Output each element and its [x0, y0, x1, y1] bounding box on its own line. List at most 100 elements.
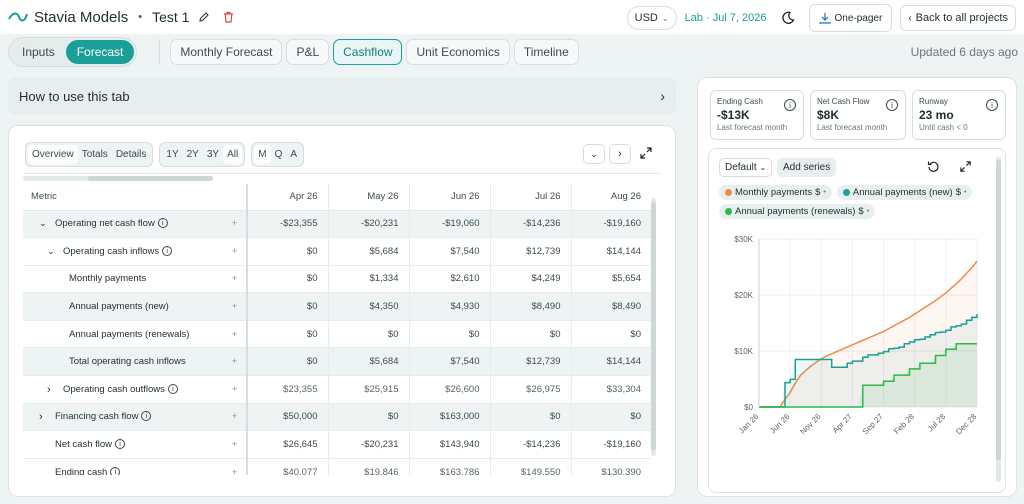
table-row[interactable]: Total operating cash inflows + $0 $5,684 $7,… — [23, 347, 651, 377]
expand-icon[interactable] — [639, 146, 653, 163]
chevron-right-icon[interactable]: › — [39, 411, 43, 423]
kpi-sub: Until cash < 0 — [919, 123, 968, 132]
back-button[interactable]: ‹ Back to all projects — [900, 5, 1016, 31]
table-cell: $5,684 — [327, 347, 409, 377]
table-row[interactable]: Annual payments (new) + $0 $4,350 $4,930 $8,4… — [23, 292, 651, 321]
series-chip[interactable]: Annual payments (new) $ • — [836, 185, 973, 200]
info-icon[interactable]: i — [115, 439, 126, 450]
chevron-down-icon[interactable]: ⌄ — [39, 218, 47, 229]
how-to-title: How to use this tab — [19, 88, 130, 104]
info-icon[interactable]: i — [986, 99, 998, 111]
y-tick-label: $30K — [734, 235, 753, 244]
moon-icon[interactable] — [781, 11, 795, 25]
table-cell: $0 — [246, 347, 328, 377]
reset-icon[interactable] — [927, 160, 940, 176]
currency-select[interactable]: USD ⌄ — [626, 6, 677, 30]
table-row[interactable]: Ending cash i + $40,077 $19,846 $163,786 $149,… — [23, 458, 651, 475]
table-row[interactable]: ⌄ Operating net cash flow i + -$23,355 -$20,2… — [23, 210, 651, 239]
remove-icon[interactable]: • — [823, 189, 825, 196]
table-row[interactable]: › Financing cash flow i + $50,000 $0 $163,000 $… — [23, 403, 651, 432]
add-series-button[interactable]: Add series — [777, 158, 837, 177]
range-1y[interactable]: 1Y — [162, 145, 182, 164]
remove-icon[interactable]: • — [867, 208, 869, 215]
tab-unit-economics[interactable]: Unit Economics — [406, 39, 510, 65]
vertical-scrollbar[interactable] — [651, 198, 656, 456]
row-label: › Financing cash flow i — [23, 403, 223, 432]
remove-icon[interactable]: • — [964, 189, 966, 196]
chevron-down-icon[interactable]: ⌄ — [47, 246, 55, 257]
range-all[interactable]: All — [223, 145, 243, 164]
one-pager-button[interactable]: One-pager — [808, 4, 893, 32]
table-cell: -$14,236 — [489, 210, 571, 239]
range-3y[interactable]: 3Y — [203, 145, 223, 164]
updated-text: Updated 6 days ago — [910, 45, 1018, 59]
info-icon[interactable]: i — [141, 411, 152, 422]
logo-icon — [8, 11, 28, 23]
edit-icon[interactable] — [198, 11, 210, 23]
view-totals[interactable]: Totals — [78, 145, 112, 164]
table-row[interactable]: Annual payments (renewals) + $0 $0 $0 $0 $0 — [23, 320, 651, 349]
tab-cashflow[interactable]: Cashflow — [333, 39, 403, 65]
lab-date[interactable]: Lab · Jul 7, 2026 — [685, 12, 767, 24]
tab-pl[interactable]: P&L — [286, 39, 330, 65]
range-2y[interactable]: 2Y — [183, 145, 203, 164]
chevron-down-icon: ⌄ — [590, 148, 598, 159]
add-icon[interactable]: + — [223, 430, 248, 459]
add-icon[interactable]: + — [223, 210, 248, 239]
add-icon[interactable]: + — [223, 265, 248, 294]
info-icon[interactable]: i — [886, 99, 898, 111]
collapse-button[interactable]: ⌄ — [583, 144, 605, 164]
table-cell: $12,739 — [489, 237, 571, 266]
series-chip[interactable]: Annual payments (renewals) $ • — [719, 204, 876, 219]
table-row[interactable]: Monthly payments + $0 $1,334 $2,610 $4,249 $5,… — [23, 265, 651, 294]
metric-name: Operating cash outflows — [63, 383, 165, 395]
kpi-value: -$13K — [717, 108, 750, 122]
table-cell: $149,550 — [489, 458, 571, 475]
add-icon[interactable]: + — [223, 320, 248, 349]
info-icon[interactable]: i — [162, 245, 173, 256]
next-button[interactable]: › — [609, 144, 631, 164]
tab-monthly-forecast[interactable]: Monthly Forecast — [170, 39, 283, 65]
spacer-header — [223, 184, 248, 211]
add-icon[interactable]: + — [223, 292, 248, 321]
scroll-thumb[interactable] — [996, 160, 1001, 460]
tab-inputs[interactable]: Inputs — [11, 40, 66, 64]
period-m[interactable]: M — [254, 145, 271, 164]
info-icon[interactable]: i — [167, 383, 178, 394]
info-icon[interactable]: i — [784, 99, 796, 111]
tab-timeline[interactable]: Timeline — [513, 39, 579, 65]
preset-select[interactable]: Default ⌄ — [719, 158, 773, 177]
table-row[interactable]: Net cash flow i + $26,645 -$20,231 $143,940 -$… — [23, 430, 651, 459]
delete-icon[interactable] — [223, 11, 234, 23]
metric-name: Net cash flow — [55, 439, 113, 451]
info-icon[interactable]: i — [157, 218, 168, 229]
expand-icon[interactable] — [959, 160, 972, 176]
add-icon[interactable]: + — [223, 375, 248, 404]
month-header: Jun 26 — [408, 184, 490, 211]
row-label: Monthly payments — [23, 265, 223, 294]
tab-forecast[interactable]: Forecast — [65, 40, 135, 64]
view-details[interactable]: Details — [112, 145, 151, 164]
vertical-scrollbar[interactable] — [996, 157, 1001, 482]
series-chip[interactable]: Monthly payments $ • — [719, 185, 832, 200]
period-q[interactable]: Q — [271, 145, 287, 164]
add-icon[interactable]: + — [223, 347, 248, 377]
table-cell: -$19,160 — [570, 210, 651, 239]
kpi-ending-cash: Ending Cash -$13K Last forecast month i — [710, 90, 804, 140]
table-row[interactable]: › Operating cash outflows i + $23,355 $25,915… — [23, 375, 651, 404]
chevron-right-icon: › — [618, 148, 622, 160]
table-cell: $50,000 — [246, 403, 328, 432]
table-row[interactable]: ⌄ Operating cash inflows i + $0 $5,684 $7,540 $… — [23, 237, 651, 266]
add-icon[interactable]: + — [223, 458, 248, 475]
download-icon — [818, 12, 831, 24]
scroll-thumb[interactable] — [651, 202, 656, 450]
add-icon[interactable]: + — [223, 237, 248, 266]
row-label: Ending cash i — [23, 458, 223, 475]
info-icon[interactable]: i — [110, 466, 121, 475]
chevron-right-icon[interactable]: › — [47, 384, 51, 396]
view-overview[interactable]: Overview — [28, 145, 78, 164]
add-icon[interactable]: + — [223, 403, 248, 432]
period-a[interactable]: A — [286, 145, 301, 164]
logo[interactable]: Stavia Models — [8, 9, 128, 26]
how-to-panel[interactable]: How to use this tab › — [8, 77, 676, 115]
